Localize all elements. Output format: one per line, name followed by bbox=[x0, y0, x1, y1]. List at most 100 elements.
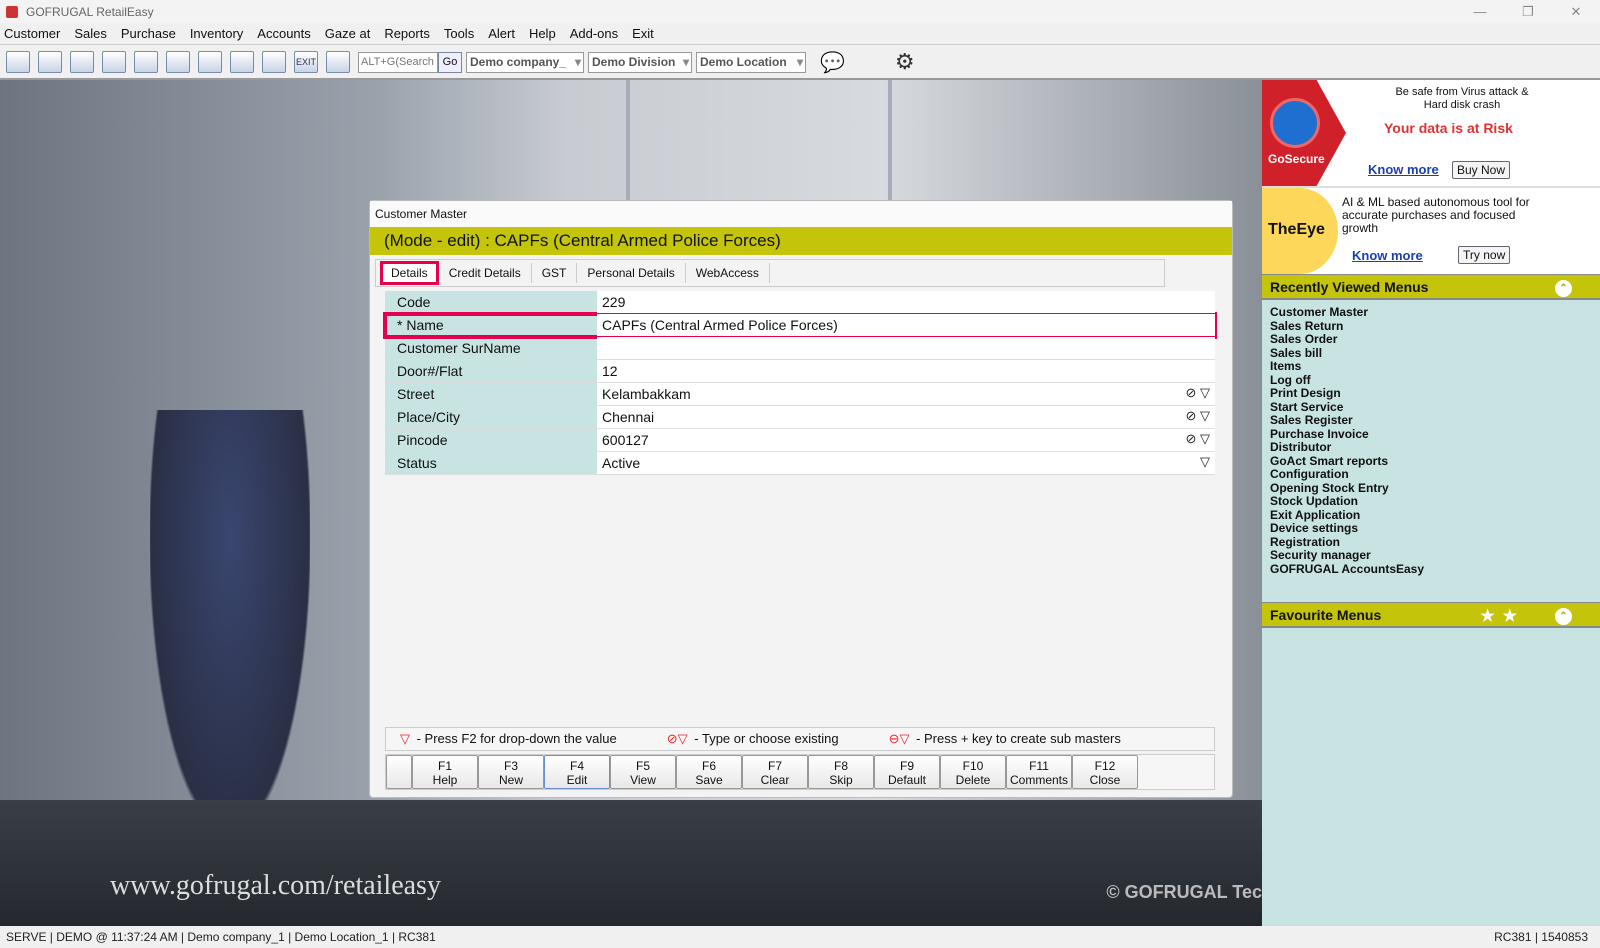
know-more-link[interactable]: Know more bbox=[1368, 162, 1439, 177]
menu-bar: Customer Sales Purchase Inventory Accounts Ga… bbox=[0, 23, 1600, 45]
remove-favourite-icon[interactable]: ★ bbox=[1503, 608, 1525, 625]
cart-icon[interactable] bbox=[198, 51, 222, 73]
tab-personal-details[interactable]: Personal Details bbox=[577, 263, 686, 283]
keyboard-icon[interactable] bbox=[102, 51, 126, 73]
menu-exit[interactable]: Exit bbox=[632, 26, 654, 41]
fkey-label: Clear bbox=[760, 773, 790, 787]
try-now-button[interactable]: Try now bbox=[1458, 246, 1511, 264]
dropdown-icon[interactable]: ⊘ ▽ bbox=[1185, 385, 1210, 401]
field-value[interactable]: Active ▽ bbox=[597, 452, 1215, 474]
graph-icon[interactable] bbox=[326, 51, 350, 73]
fkey-save-button[interactable]: F6 Save bbox=[676, 755, 742, 789]
fkey-default-button[interactable]: F9 Default bbox=[874, 755, 940, 789]
ledger-icon[interactable] bbox=[6, 51, 30, 73]
fkey-comments-button[interactable]: F11 Comments bbox=[1006, 755, 1072, 789]
collapse-icon[interactable]: ⌃ bbox=[1555, 608, 1572, 625]
menu-purchase[interactable]: Purchase bbox=[121, 26, 176, 41]
cart-doc-icon[interactable] bbox=[38, 51, 62, 73]
recent-menu-item[interactable]: GoAct Smart reports bbox=[1270, 454, 1592, 469]
menu-accounts[interactable]: Accounts bbox=[257, 26, 310, 41]
menu-inventory[interactable]: Inventory bbox=[190, 26, 243, 41]
report-icon[interactable] bbox=[70, 51, 94, 73]
chat-icon[interactable]: 💬 bbox=[820, 50, 845, 75]
window-title: GOFRUGAL RetailEasy bbox=[26, 4, 154, 19]
recent-menu-item[interactable]: Sales Register bbox=[1270, 413, 1592, 428]
fkey-delete-button[interactable]: F10 Delete bbox=[940, 755, 1006, 789]
buy-now-button[interactable]: Buy Now bbox=[1452, 161, 1511, 179]
recent-menu-item[interactable]: Sales Return bbox=[1270, 319, 1592, 334]
doc-icon[interactable] bbox=[166, 51, 190, 73]
recent-menu-item[interactable]: Sales Order bbox=[1270, 332, 1592, 347]
field-label: * Name bbox=[385, 314, 597, 336]
recent-menu-item[interactable]: Print Design bbox=[1270, 386, 1592, 401]
menu-gaze-at[interactable]: Gaze at bbox=[325, 26, 371, 41]
close-button[interactable]: ✕ bbox=[1552, 0, 1600, 23]
tab-webaccess[interactable]: WebAccess bbox=[686, 263, 770, 283]
recent-menu-item[interactable]: Registration bbox=[1270, 535, 1592, 550]
recent-menu-item[interactable]: Customer Master bbox=[1270, 305, 1592, 320]
maximize-button[interactable]: ❐ bbox=[1504, 0, 1552, 23]
recent-menu-item[interactable]: Start Service bbox=[1270, 400, 1592, 415]
field-value[interactable]: Chennai ⊘ ▽ bbox=[597, 406, 1215, 428]
fkey-code: F5 bbox=[635, 759, 650, 773]
location-select[interactable]: Demo Location bbox=[696, 51, 806, 73]
recent-menu-item[interactable]: Exit Application bbox=[1270, 508, 1592, 523]
menu-add-ons[interactable]: Add-ons bbox=[570, 26, 618, 41]
settings-gear-icon[interactable]: ⚙ bbox=[895, 49, 915, 75]
recent-menu-item[interactable]: Stock Updation bbox=[1270, 494, 1592, 509]
field-value[interactable]: 12 bbox=[597, 360, 1215, 382]
recent-menu-item[interactable]: Security manager bbox=[1270, 548, 1592, 563]
recent-menu-item[interactable]: Sales bill bbox=[1270, 346, 1592, 361]
search-input[interactable] bbox=[358, 51, 438, 73]
tab-gst[interactable]: GST bbox=[532, 263, 578, 283]
recent-menu-item[interactable]: Items bbox=[1270, 359, 1592, 374]
division-select[interactable]: Demo Division bbox=[588, 51, 692, 73]
recent-menu-item[interactable]: Purchase Invoice bbox=[1270, 427, 1592, 442]
recent-menu-item[interactable]: Log off bbox=[1270, 373, 1592, 388]
tab-details[interactable]: Details bbox=[380, 261, 439, 285]
menu-reports[interactable]: Reports bbox=[384, 26, 430, 41]
fkey-new-button[interactable]: F3 New bbox=[478, 755, 544, 789]
chart-icon[interactable] bbox=[262, 51, 286, 73]
collapse-icon[interactable]: ⌃ bbox=[1555, 280, 1572, 297]
field-value[interactable] bbox=[597, 337, 1215, 359]
field-value[interactable]: CAPFs (Central Armed Police Forces) bbox=[597, 314, 1215, 336]
ad-line: Be safe from Virus attack & bbox=[1395, 86, 1529, 98]
fkey-view-button[interactable]: F5 View bbox=[610, 755, 676, 789]
know-more-link[interactable]: Know more bbox=[1352, 248, 1423, 263]
recent-menu-item[interactable]: GOFRUGAL AccountsEasy bbox=[1270, 562, 1592, 577]
fkey-help-button[interactable]: F1 Help bbox=[412, 755, 478, 789]
add-favourite-icon[interactable]: ★ bbox=[1480, 608, 1502, 625]
menu-alert[interactable]: Alert bbox=[488, 26, 515, 41]
recent-menu-item[interactable]: Distributor bbox=[1270, 440, 1592, 455]
field-value[interactable]: 600127 ⊘ ▽ bbox=[597, 429, 1215, 451]
recent-menu-item[interactable]: Device settings bbox=[1270, 521, 1592, 536]
exit-icon[interactable]: EXIT bbox=[294, 51, 318, 73]
fkey-clear-button[interactable]: F7 Clear bbox=[742, 755, 808, 789]
print-icon[interactable] bbox=[134, 51, 158, 73]
fkey-code: F10 bbox=[962, 759, 984, 773]
company-select[interactable]: Demo company_ bbox=[466, 51, 584, 73]
fkey-close-button[interactable]: F12 Close bbox=[1072, 755, 1138, 789]
minimize-button[interactable]: — bbox=[1456, 0, 1504, 23]
field-value[interactable]: Kelambakkam ⊘ ▽ bbox=[597, 383, 1215, 405]
fkey-skip-button[interactable]: F8 Skip bbox=[808, 755, 874, 789]
right-panel: GoSecure Be safe from Virus attack & Hard… bbox=[1262, 80, 1600, 926]
ad-text: AI & ML based autonomous tool for accura… bbox=[1342, 195, 1530, 235]
field-value[interactable]: 229 bbox=[597, 291, 1215, 313]
menu-customer[interactable]: Customer bbox=[4, 26, 60, 41]
recent-menu-item[interactable]: Opening Stock Entry bbox=[1270, 481, 1592, 496]
folder-icon[interactable] bbox=[230, 51, 254, 73]
fkey-edit-button[interactable]: F4 Edit bbox=[544, 755, 610, 789]
recent-menu-item[interactable]: Configuration bbox=[1270, 467, 1592, 482]
dropdown-icon[interactable]: ⊘ ▽ bbox=[1185, 431, 1210, 447]
menu-tools[interactable]: Tools bbox=[444, 26, 474, 41]
go-button[interactable]: Go bbox=[438, 51, 462, 73]
dropdown-icon[interactable]: ⊘ ▽ bbox=[1185, 408, 1210, 424]
dropdown-icon[interactable]: ▽ bbox=[1200, 454, 1210, 470]
menu-sales[interactable]: Sales bbox=[74, 26, 107, 41]
menu-help[interactable]: Help bbox=[529, 26, 556, 41]
tab-credit-details[interactable]: Credit Details bbox=[439, 263, 532, 283]
field-row: Status Active ▽ bbox=[385, 452, 1215, 475]
fkey-code: F6 bbox=[701, 759, 716, 773]
